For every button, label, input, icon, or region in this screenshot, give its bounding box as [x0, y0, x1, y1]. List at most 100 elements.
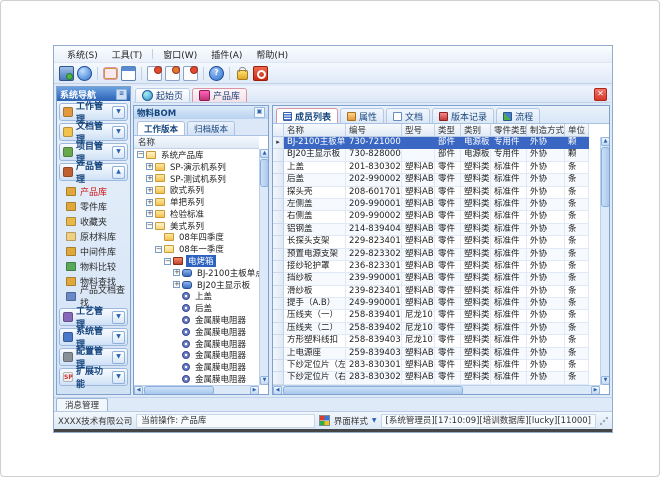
menu-item-window[interactable]: 窗口(W): [156, 47, 204, 62]
globe-icon[interactable]: [77, 66, 92, 81]
sidebar-item-favorites[interactable]: 收藏夹: [66, 214, 128, 228]
tree-node[interactable]: −08年一季度: [134, 243, 259, 255]
doc-tab-start-page[interactable]: 起始页: [135, 88, 190, 102]
table-row[interactable]: 滑纱板239-823401-001塑料ABS零件塑料类标准件外协条: [273, 286, 600, 298]
table-row[interactable]: 预置电源支架229-823302-001塑料ABS零件塑料类标准件外协条: [273, 249, 600, 261]
grid-hscroll-thumb[interactable]: [283, 386, 463, 394]
expand-plus-icon[interactable]: +: [146, 210, 153, 217]
close-icon[interactable]: ✕: [594, 88, 607, 101]
tree-node[interactable]: −电烤箱: [134, 255, 259, 267]
tree-node[interactable]: 金属膜电阻器: [134, 326, 259, 338]
tree-node[interactable]: 金属膜电阻器: [134, 361, 259, 373]
tree-node[interactable]: +单把系列: [134, 196, 259, 208]
scroll-right-icon[interactable]: ▶: [250, 386, 259, 394]
sidebar-item-parts-library[interactable]: 零件库: [66, 199, 128, 213]
tree-vertical-scrollbar[interactable]: ▲ ▼: [259, 149, 268, 385]
tab-properties[interactable]: 属性: [340, 108, 384, 123]
scroll-down-icon[interactable]: ▼: [260, 376, 268, 385]
chevron-down-icon[interactable]: ▼: [112, 146, 125, 159]
sidebar-item-product-doc-search[interactable]: 产品文档查找: [66, 289, 128, 303]
sidebar-collapse-button[interactable]: ≡: [116, 89, 127, 100]
sidebar-item-middleware-library[interactable]: 中间件库: [66, 244, 128, 258]
pin-icon[interactable]: ▣: [254, 107, 265, 118]
chevron-down-icon[interactable]: ▼: [112, 351, 125, 364]
expand-plus-icon[interactable]: +: [173, 269, 180, 276]
sidebar-item-raw-material-library[interactable]: 原材料库: [66, 229, 128, 243]
table-row[interactable]: 长探头支架229-823401-001塑料ABS零件塑料类标准件外协条: [273, 236, 600, 248]
tab-archive-version[interactable]: 归档版本: [187, 121, 235, 135]
exit-icon[interactable]: [253, 66, 268, 81]
table-row[interactable]: 压线夹（一）258-839401-001尼龙1010零件塑料类标准件外协条: [273, 310, 600, 322]
chevron-down-icon[interactable]: ▼: [112, 126, 125, 139]
folder-icon[interactable]: [104, 68, 117, 79]
collapse-minus-icon[interactable]: −: [137, 151, 144, 158]
table-row[interactable]: BJ20主显示板730-828000-041部件电源板专用件外协颗: [273, 149, 600, 161]
tab-workflow[interactable]: 流程: [496, 108, 540, 123]
chevron-up-icon[interactable]: ▲: [112, 166, 125, 179]
chevron-down-icon[interactable]: ▼: [112, 371, 125, 384]
tab-working-version[interactable]: 工作版本: [137, 121, 185, 135]
table-row[interactable]: 后盖202-990002-011塑料ABS零件塑料类标准件外协条: [273, 174, 600, 186]
tree-node[interactable]: 金属膜电阻器: [134, 373, 259, 385]
scroll-up-icon[interactable]: ▲: [260, 149, 268, 158]
tree-node[interactable]: 金属膜电阻器: [134, 338, 259, 350]
scroll-left-icon[interactable]: ◀: [134, 386, 143, 394]
tab-documents[interactable]: 文档: [386, 108, 430, 123]
grid-vscroll-thumb[interactable]: [601, 147, 609, 207]
table-row[interactable]: 探头壳208-601701-011塑料ABS零件塑料类标准件外协条: [273, 187, 600, 199]
table-row[interactable]: 压线夹（二）258-839402-001尼龙1010零件塑料类标准件外协条: [273, 323, 600, 335]
message-manager-tab[interactable]: 消息管理: [56, 398, 108, 411]
sidebar-item-product-library[interactable]: 产品库: [66, 184, 128, 198]
tree-node[interactable]: +SP-演示机系列: [134, 161, 259, 173]
tree-column-header[interactable]: 名称: [134, 136, 259, 149]
menu-item-system[interactable]: 系统(S): [60, 47, 105, 62]
tree-node[interactable]: +BJ-2100主板单点: [134, 267, 259, 279]
doc-new-icon[interactable]: [147, 66, 162, 81]
tree-node[interactable]: 上盖: [134, 291, 259, 303]
table-row[interactable]: 下纱定位片（左）283-830301-001塑料ABS零件塑料类标准件外协条: [273, 360, 600, 372]
chevron-down-icon[interactable]: ▼: [112, 106, 125, 119]
collapse-minus-icon[interactable]: −: [164, 258, 171, 265]
sidebar-group-extensions[interactable]: SP扩展功能▼: [59, 368, 128, 386]
table-row[interactable]: 挡纱板239-990001-011塑料ABS零件塑料类标准件外协条: [273, 273, 600, 285]
window-grid-icon[interactable]: [121, 66, 136, 81]
doc-delete-icon[interactable]: [183, 66, 198, 81]
table-row[interactable]: 右侧盖209-990002-011塑料ABS零件塑料类标准件外协条: [273, 211, 600, 223]
sidebar-item-material-compare[interactable]: 物料比较: [66, 259, 128, 273]
expand-plus-icon[interactable]: +: [146, 187, 153, 194]
scroll-right-icon[interactable]: ▶: [591, 386, 600, 394]
scroll-up-icon[interactable]: ▲: [601, 137, 609, 146]
table-row[interactable]: 上盖201-830302-001塑料ABS零件塑料类标准件外协条: [273, 162, 600, 174]
computer-icon[interactable]: [59, 66, 74, 81]
table-row[interactable]: 铝钢盖214-839404-011塑料ABS零件塑料类标准件外协条: [273, 224, 600, 236]
column-header-4[interactable]: 类型: [435, 124, 461, 137]
help-icon[interactable]: [209, 66, 224, 81]
table-row[interactable]: 提手（A.B）249-990001-011塑料ABS零件塑料类标准件外协条: [273, 298, 600, 310]
tree-node[interactable]: −系统产品库: [134, 149, 259, 161]
scroll-down-icon[interactable]: ▼: [601, 376, 609, 385]
chevron-down-icon[interactable]: ▼: [372, 417, 377, 424]
tree-vscroll-thumb[interactable]: [260, 159, 268, 187]
grid-vertical-scrollbar[interactable]: ▲ ▼: [600, 137, 609, 385]
ui-style-dropdown[interactable]: 界面样式: [334, 415, 368, 427]
expand-plus-icon[interactable]: +: [146, 175, 153, 182]
tree-horizontal-scrollbar[interactable]: ◀ ▶: [134, 385, 259, 394]
table-row[interactable]: 接纱轮护罩236-823301-001塑料ABS零件塑料类标准件外协条: [273, 261, 600, 273]
tree-node[interactable]: 08年四季度: [134, 232, 259, 244]
menu-item-help[interactable]: 帮助(H): [249, 47, 295, 62]
menu-item-plugins[interactable]: 插件(A): [204, 47, 249, 62]
doc-check-icon[interactable]: [165, 66, 180, 81]
tree-node[interactable]: 金属膜电阻器: [134, 314, 259, 326]
tab-version-history[interactable]: 版本记录: [432, 108, 494, 123]
expand-plus-icon[interactable]: +: [173, 281, 180, 288]
tree-node[interactable]: +SP-测试机系列: [134, 173, 259, 185]
grid-horizontal-scrollbar[interactable]: ◀ ▶: [273, 385, 600, 394]
doc-tab-product-library[interactable]: 产品库: [192, 88, 247, 102]
tree-node[interactable]: +检验标准: [134, 208, 259, 220]
column-header-5[interactable]: 类别: [461, 124, 491, 137]
column-header-8[interactable]: 单位: [565, 124, 589, 137]
column-header-7[interactable]: 制造方式: [527, 124, 565, 137]
column-header-6[interactable]: 零件类型: [491, 124, 527, 137]
tab-member-list[interactable]: 成员列表: [276, 108, 338, 123]
expand-plus-icon[interactable]: +: [146, 199, 153, 206]
